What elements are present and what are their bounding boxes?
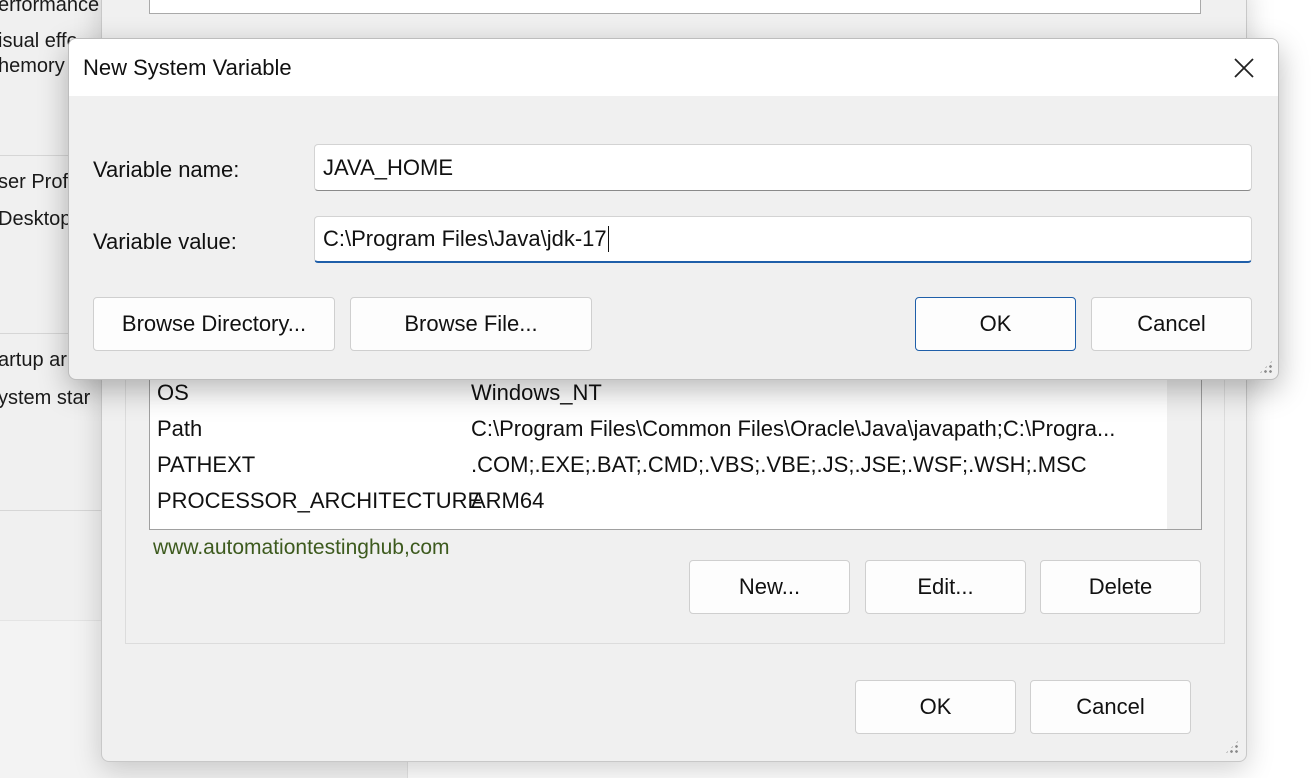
edit-variable-button[interactable]: Edit... <box>865 560 1026 614</box>
close-icon <box>1234 57 1254 78</box>
performance-label: erformance <box>0 0 100 16</box>
variable-name-cell: PATHEXT <box>157 452 256 477</box>
variable-value-value: C:\Program Files\Java\jdk-17 <box>323 226 607 251</box>
variable-name-cell: OS <box>157 380 189 405</box>
variable-name-cell: PROCESSOR_ARCHITECTURE <box>157 488 483 513</box>
variable-value-cell: C:\Program Files\Common Files\Oracle\Jav… <box>471 416 1116 441</box>
resize-grip-icon[interactable] <box>1224 739 1240 755</box>
table-row[interactable]: PROCESSOR_ARCHITECTURE ARM64 <box>150 484 1150 520</box>
new-variable-button[interactable]: New... <box>689 560 850 614</box>
dialog-ok-button[interactable]: OK <box>915 297 1076 351</box>
variable-value-cell: .COM;.EXE;.BAT;.CMD;.VBS;.VBE;.JS;.JSE;.… <box>471 452 1087 477</box>
delete-variable-button[interactable]: Delete <box>1040 560 1201 614</box>
browse-file-button[interactable]: Browse File... <box>350 297 592 351</box>
variable-name-cell: Path <box>157 416 203 441</box>
variable-name-label: Variable name: <box>93 157 240 182</box>
user-profiles-label: ser Profi <box>0 171 73 193</box>
desktop-label: Desktop <box>0 208 72 230</box>
close-button[interactable] <box>1210 39 1278 96</box>
dialog-title: New System Variable <box>83 55 292 80</box>
table-row[interactable]: Path C:\Program Files\Common Files\Oracl… <box>150 412 1150 448</box>
variable-value-field[interactable]: C:\Program Files\Java\jdk-17 <box>314 216 1252 263</box>
variable-name-value: JAVA_HOME <box>323 154 453 180</box>
variable-value-cell: Windows_NT <box>471 380 602 405</box>
memory-label: hemory <box>0 55 65 77</box>
visual-effects-label: isual effe <box>0 30 78 52</box>
table-row[interactable]: PATHEXT .COM;.EXE;.BAT;.CMD;.VBS;.VBE;.J… <box>150 448 1150 484</box>
variable-value-cell: ARM64 <box>471 488 545 513</box>
variable-value-label: Variable value: <box>93 229 237 254</box>
system-variables-list[interactable]: OS Windows_NT Path C:\Program Files\Comm… <box>149 371 1202 530</box>
dialog-cancel-button[interactable]: Cancel <box>1091 297 1252 351</box>
user-variables-list[interactable] <box>149 0 1201 14</box>
table-row[interactable]: OS Windows_NT <box>150 376 1150 412</box>
startup-recovery-label: artup ar <box>0 349 67 371</box>
variable-name-field[interactable]: JAVA_HOME <box>314 144 1252 191</box>
list-scrollbar[interactable] <box>1167 372 1201 529</box>
env-cancel-button[interactable]: Cancel <box>1030 680 1191 734</box>
new-system-variable-dialog: New System Variable Variable name: JAVA_… <box>68 38 1279 380</box>
env-ok-button[interactable]: OK <box>855 680 1016 734</box>
text-caret <box>607 226 610 252</box>
watermark-text: www.automationtestinghub,com <box>153 536 450 559</box>
browse-directory-button[interactable]: Browse Directory... <box>93 297 335 351</box>
resize-grip-icon[interactable] <box>1258 359 1274 375</box>
system-startup-label: ystem star <box>0 387 91 409</box>
dialog-titlebar: New System Variable <box>69 39 1278 96</box>
